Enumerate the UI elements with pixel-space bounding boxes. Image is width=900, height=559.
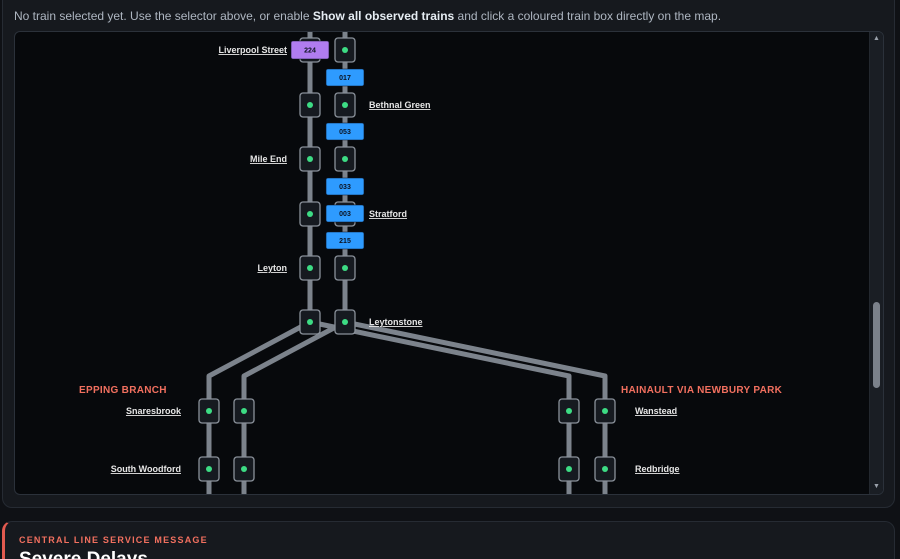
station-node-dot xyxy=(206,408,212,414)
station-labels: Liverpool Street Bethnal Green Mile End Str… xyxy=(111,45,680,474)
station-node-wb-4[interactable] xyxy=(299,255,321,281)
station-node-dot xyxy=(566,408,572,414)
station-label-mile-end[interactable]: Mile End xyxy=(250,154,287,164)
station-node-wb-2[interactable] xyxy=(299,146,321,172)
scroll-up-icon[interactable]: ▲ xyxy=(873,35,880,43)
station-node-wb-3[interactable] xyxy=(299,201,321,227)
station-node-dot xyxy=(307,211,313,217)
station-label-redbridge[interactable]: Redbridge xyxy=(635,464,680,474)
train-marker-215[interactable]: 215 xyxy=(325,231,365,250)
station-node-wb-1[interactable] xyxy=(299,92,321,118)
train-marker-053[interactable]: 053 xyxy=(325,122,365,141)
track-hainault-westbound xyxy=(309,319,572,494)
station-label-bethnal-green[interactable]: Bethnal Green xyxy=(369,100,431,110)
branch-labels: EPPING BRANCH HAINAULT VIA NEWBURY PARK xyxy=(79,385,783,396)
hint-prefix: No train selected yet. Use the selector … xyxy=(14,9,313,23)
station-node-dot xyxy=(241,466,247,472)
station-node-eb-1[interactable] xyxy=(334,92,356,118)
station-label-snaresbrook[interactable]: Snaresbrook xyxy=(126,406,182,416)
station-label-leytonstone[interactable]: Leytonstone xyxy=(369,317,423,327)
train-id-label: 053 xyxy=(339,129,351,136)
station-node-dot xyxy=(602,466,608,472)
station-node-eb-2[interactable] xyxy=(334,146,356,172)
branch-label-hainault: HAINAULT VIA NEWBURY PARK xyxy=(621,385,783,396)
station-node-branch-0-2[interactable] xyxy=(558,398,580,424)
station-node-branch-1-2[interactable] xyxy=(558,456,580,482)
line-map[interactable]: Liverpool Street Bethnal Green Mile End Str… xyxy=(14,31,884,495)
service-message-kicker: CENTRAL LINE SERVICE MESSAGE xyxy=(19,535,208,545)
station-node-eb-5[interactable] xyxy=(334,309,356,335)
station-node-dot xyxy=(342,265,348,271)
station-label-liverpool-street[interactable]: Liverpool Street xyxy=(218,45,287,55)
hint-suffix: and click a coloured train box directly … xyxy=(454,9,722,23)
station-node-dot xyxy=(342,319,348,325)
station-node-eb-4[interactable] xyxy=(334,255,356,281)
station-node-branch-1-0[interactable] xyxy=(198,456,220,482)
hint-toggle-name: Show all observed trains xyxy=(312,9,455,23)
station-node-dot xyxy=(307,102,313,108)
train-marker-033[interactable]: 033 xyxy=(325,177,365,196)
selection-hint: No train selected yet. Use the selector … xyxy=(14,9,721,23)
station-node-dot xyxy=(241,408,247,414)
train-marker-017[interactable]: 017 xyxy=(325,68,365,87)
station-label-wanstead[interactable]: Wanstead xyxy=(635,406,677,416)
station-node-dot xyxy=(206,466,212,472)
service-message-title: Severe Delays xyxy=(19,549,148,559)
train-id-label: 017 xyxy=(339,75,351,82)
train-id-label: 003 xyxy=(339,211,351,218)
station-node-branch-0-0[interactable] xyxy=(198,398,220,424)
station-node-dot xyxy=(307,265,313,271)
train-marker-003[interactable]: 003 xyxy=(325,204,365,223)
scroll-down-icon[interactable]: ▼ xyxy=(873,483,880,491)
train-id-label: 215 xyxy=(339,238,351,245)
station-label-stratford[interactable]: Stratford xyxy=(369,209,407,219)
station-node-dot xyxy=(307,319,313,325)
station-label-leyton[interactable]: Leyton xyxy=(257,263,287,273)
train-marker-224[interactable]: 224 xyxy=(290,40,330,60)
scroll-thumb[interactable] xyxy=(873,302,880,388)
station-node-branch-0-3[interactable] xyxy=(594,398,616,424)
train-id-label: 033 xyxy=(339,184,351,191)
station-node-wb-5[interactable] xyxy=(299,309,321,335)
service-message-panel: CENTRAL LINE SERVICE MESSAGE Severe Dela… xyxy=(2,521,895,559)
station-node-branch-1-3[interactable] xyxy=(594,456,616,482)
line-map-canvas: Liverpool Street Bethnal Green Mile End Str… xyxy=(79,32,783,494)
station-node-branch-1-1[interactable] xyxy=(233,456,255,482)
branch-label-epping: EPPING BRANCH xyxy=(79,385,167,396)
train-id-label: 224 xyxy=(304,48,316,55)
station-label-south-woodford[interactable]: South Woodford xyxy=(111,464,181,474)
station-node-dot xyxy=(566,466,572,472)
station-node-eb-0[interactable] xyxy=(334,37,356,63)
station-node-branch-0-1[interactable] xyxy=(233,398,255,424)
station-node-dot xyxy=(307,156,313,162)
map-scrollbar[interactable]: ▲ ▼ xyxy=(869,32,883,494)
station-node-dot xyxy=(342,102,348,108)
station-node-dot xyxy=(342,47,348,53)
station-node-dot xyxy=(602,408,608,414)
station-node-dot xyxy=(342,156,348,162)
